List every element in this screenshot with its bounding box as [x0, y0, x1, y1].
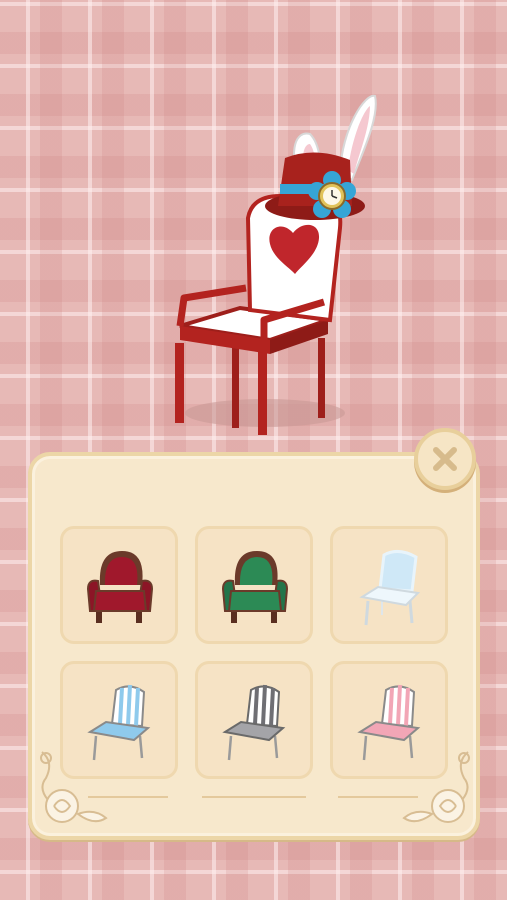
item-slot-red-velvet-armchair[interactable]: [60, 526, 178, 644]
rose-decoration-left-icon: [40, 751, 108, 823]
item-slot-gray-striped-chair[interactable]: [195, 661, 313, 779]
gray-striped-chair-icon: [222, 684, 286, 761]
glass-chair-icon: [359, 550, 421, 626]
green-armchair-icon: [221, 551, 289, 623]
item-slot-crystal-glass-chair[interactable]: [330, 526, 448, 644]
close-button[interactable]: [414, 428, 476, 490]
rose-decoration-right-icon: [402, 751, 470, 823]
item-slot-green-velvet-armchair[interactable]: [195, 526, 313, 644]
close-icon: [433, 447, 457, 471]
chair-preview: [175, 94, 377, 435]
item-grid: [60, 526, 448, 782]
divider-center: [202, 796, 306, 798]
red-armchair-icon: [86, 551, 154, 623]
